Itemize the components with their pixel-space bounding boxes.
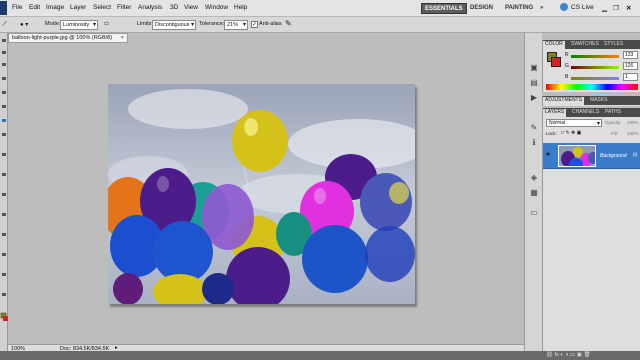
limits-label: Limits: [137, 21, 153, 27]
tolerance-label: Tolerance: [199, 21, 225, 27]
menu-help[interactable]: Help [234, 4, 247, 11]
image-canvas[interactable] [108, 84, 415, 304]
layer-name[interactable]: Background [600, 153, 627, 159]
menu-select[interactable]: Select [93, 4, 111, 11]
menu-window[interactable]: Window [205, 4, 228, 11]
document-tab[interactable]: balloon-light-purple.jpg @ 100% (RGB/8) … [8, 33, 128, 43]
tab-close-icon[interactable]: × [121, 35, 124, 41]
panel-bottom-bar: ⛓ fx ◐ ◑ ▭ ▣ 🗑 [0, 351, 640, 360]
g-value-input[interactable]: 126 [623, 62, 638, 70]
layer-thumbnail [558, 145, 596, 167]
actions-icon[interactable]: ▶ [529, 93, 539, 103]
r-slider[interactable] [571, 55, 619, 58]
menu-3d[interactable]: 3D [170, 4, 178, 11]
document-tab-title: balloon-light-purple.jpg @ 100% (RGB/8) [12, 35, 113, 41]
close-button[interactable]: ✕ [626, 4, 631, 12]
paint-bucket-icon[interactable]: ⟋ [2, 21, 7, 29]
antialias-checkbox[interactable]: ✓ [251, 21, 258, 28]
layers-tabs: LAYERS CHANNELS PATHS [543, 108, 640, 117]
workspace-design[interactable]: DESIGN [467, 3, 496, 14]
opacity-value[interactable]: 100% [627, 120, 639, 125]
lock-icons[interactable]: □ ✎ ✥ ▣ [561, 130, 581, 136]
document-area: balloon-light-purple.jpg @ 100% (RGB/8) … [8, 33, 524, 345]
fill-source-dropdown[interactable]: ● ▾ [20, 21, 28, 28]
brush-pressure-icon[interactable]: ✎ [285, 19, 292, 28]
limits-select[interactable]: Discontiguous [152, 20, 196, 30]
3d-icon[interactable]: ◈ [529, 173, 539, 183]
color-panel: COLOR SWATCHES STYLES R G B 133 126 1 [542, 40, 640, 92]
layer-thumbnail-image [561, 147, 595, 166]
panel-dock: ▣ ▤ ▶ ✎ ℹ ◈ ▦ ▭ [524, 33, 542, 351]
menu-filter[interactable]: Filter [117, 4, 131, 11]
tab-styles[interactable]: STYLES [602, 41, 625, 47]
minimize-button[interactable]: ▁ [602, 4, 607, 12]
brush-icon[interactable]: ✎ [529, 123, 539, 133]
notes-icon[interactable]: ▭ [529, 208, 539, 218]
tab-channels[interactable]: CHANNELS [570, 109, 601, 115]
r-label: R [565, 52, 569, 58]
fill-label: Fill: [611, 131, 618, 136]
fill-value[interactable]: 100% [627, 131, 639, 136]
workspace-painting[interactable]: PAINTING [502, 3, 536, 14]
background-color-swatch[interactable] [551, 57, 561, 67]
options-bar: ⟋ ● ▾ Mode: Luminosity ▭ Limits: Discont… [0, 17, 640, 33]
adjustments-panel: ADJUSTMENTS MASKS [542, 96, 640, 106]
menu-edit[interactable]: Edit [29, 4, 40, 11]
layer-row-background[interactable]: ● Background ⊡ [543, 143, 640, 169]
layers-panel: LAYERS CHANNELS PATHS Normal Opacity: 10… [542, 108, 640, 351]
tab-color[interactable]: COLOR [543, 41, 565, 49]
b-slider[interactable] [571, 77, 619, 80]
menu-image[interactable]: Image [46, 4, 64, 11]
opacity-label: Opacity: [605, 120, 622, 125]
color-panel-tabs: COLOR SWATCHES STYLES [543, 40, 640, 49]
tab-paths[interactable]: PATHS [603, 109, 623, 115]
tab-swatches[interactable]: SWATCHES [569, 41, 601, 47]
restore-button[interactable]: ❐ [613, 4, 619, 12]
g-label: G [565, 63, 569, 69]
antialias-label: Anti-alias [259, 21, 282, 27]
history-icon[interactable]: ▤ [529, 78, 539, 88]
info-icon[interactable]: ℹ [529, 138, 539, 148]
menu-layer[interactable]: Layer [70, 4, 86, 11]
adjustments-tabs: ADJUSTMENTS MASKS [543, 96, 640, 105]
lock-label: Lock: [546, 131, 557, 136]
tolerance-input[interactable]: 21% [224, 20, 248, 30]
tab-adjustments[interactable]: ADJUSTMENTS [543, 97, 584, 105]
menu-view[interactable]: View [184, 4, 198, 11]
g-slider[interactable] [571, 66, 619, 69]
layer-actions-icons[interactable]: ⛓ fx ◐ ◑ ▭ ▣ 🗑 [546, 352, 590, 358]
cs-live-icon [560, 3, 568, 11]
mini-bridge-icon[interactable]: ▣ [529, 63, 539, 73]
workspace-essentials[interactable]: ESSENTIALS [421, 3, 467, 14]
tab-layers[interactable]: LAYERS [543, 109, 567, 117]
tools-icons[interactable] [0, 33, 8, 351]
color-spectrum-bar[interactable] [546, 84, 638, 90]
blend-mode-select[interactable]: Normal [546, 119, 602, 127]
ps-logo [0, 1, 7, 15]
tab-masks[interactable]: MASKS [588, 97, 610, 103]
balloons-photo [108, 84, 415, 304]
menu-analysis[interactable]: Analysis [138, 4, 162, 11]
r-value-input[interactable]: 133 [623, 51, 638, 59]
cs-live-button[interactable]: CS Live [571, 4, 594, 11]
opacity-icon: ▭ [104, 21, 110, 27]
workspace-more-icon[interactable]: » [537, 3, 546, 14]
mode-select[interactable]: Luminosity [60, 20, 98, 30]
lock-icon: ⊡ [633, 152, 638, 158]
b-value-input[interactable]: 1 [623, 73, 638, 81]
visibility-eye-icon[interactable]: ● [546, 151, 550, 158]
menu-bar: File Edit Image Layer Select Filter Anal… [0, 0, 640, 17]
tools-panel [0, 33, 8, 351]
mode-label: Mode: [45, 21, 61, 27]
b-label: B [565, 74, 569, 80]
menu-file[interactable]: File [12, 4, 22, 11]
measure-icon[interactable]: ▦ [529, 188, 539, 198]
